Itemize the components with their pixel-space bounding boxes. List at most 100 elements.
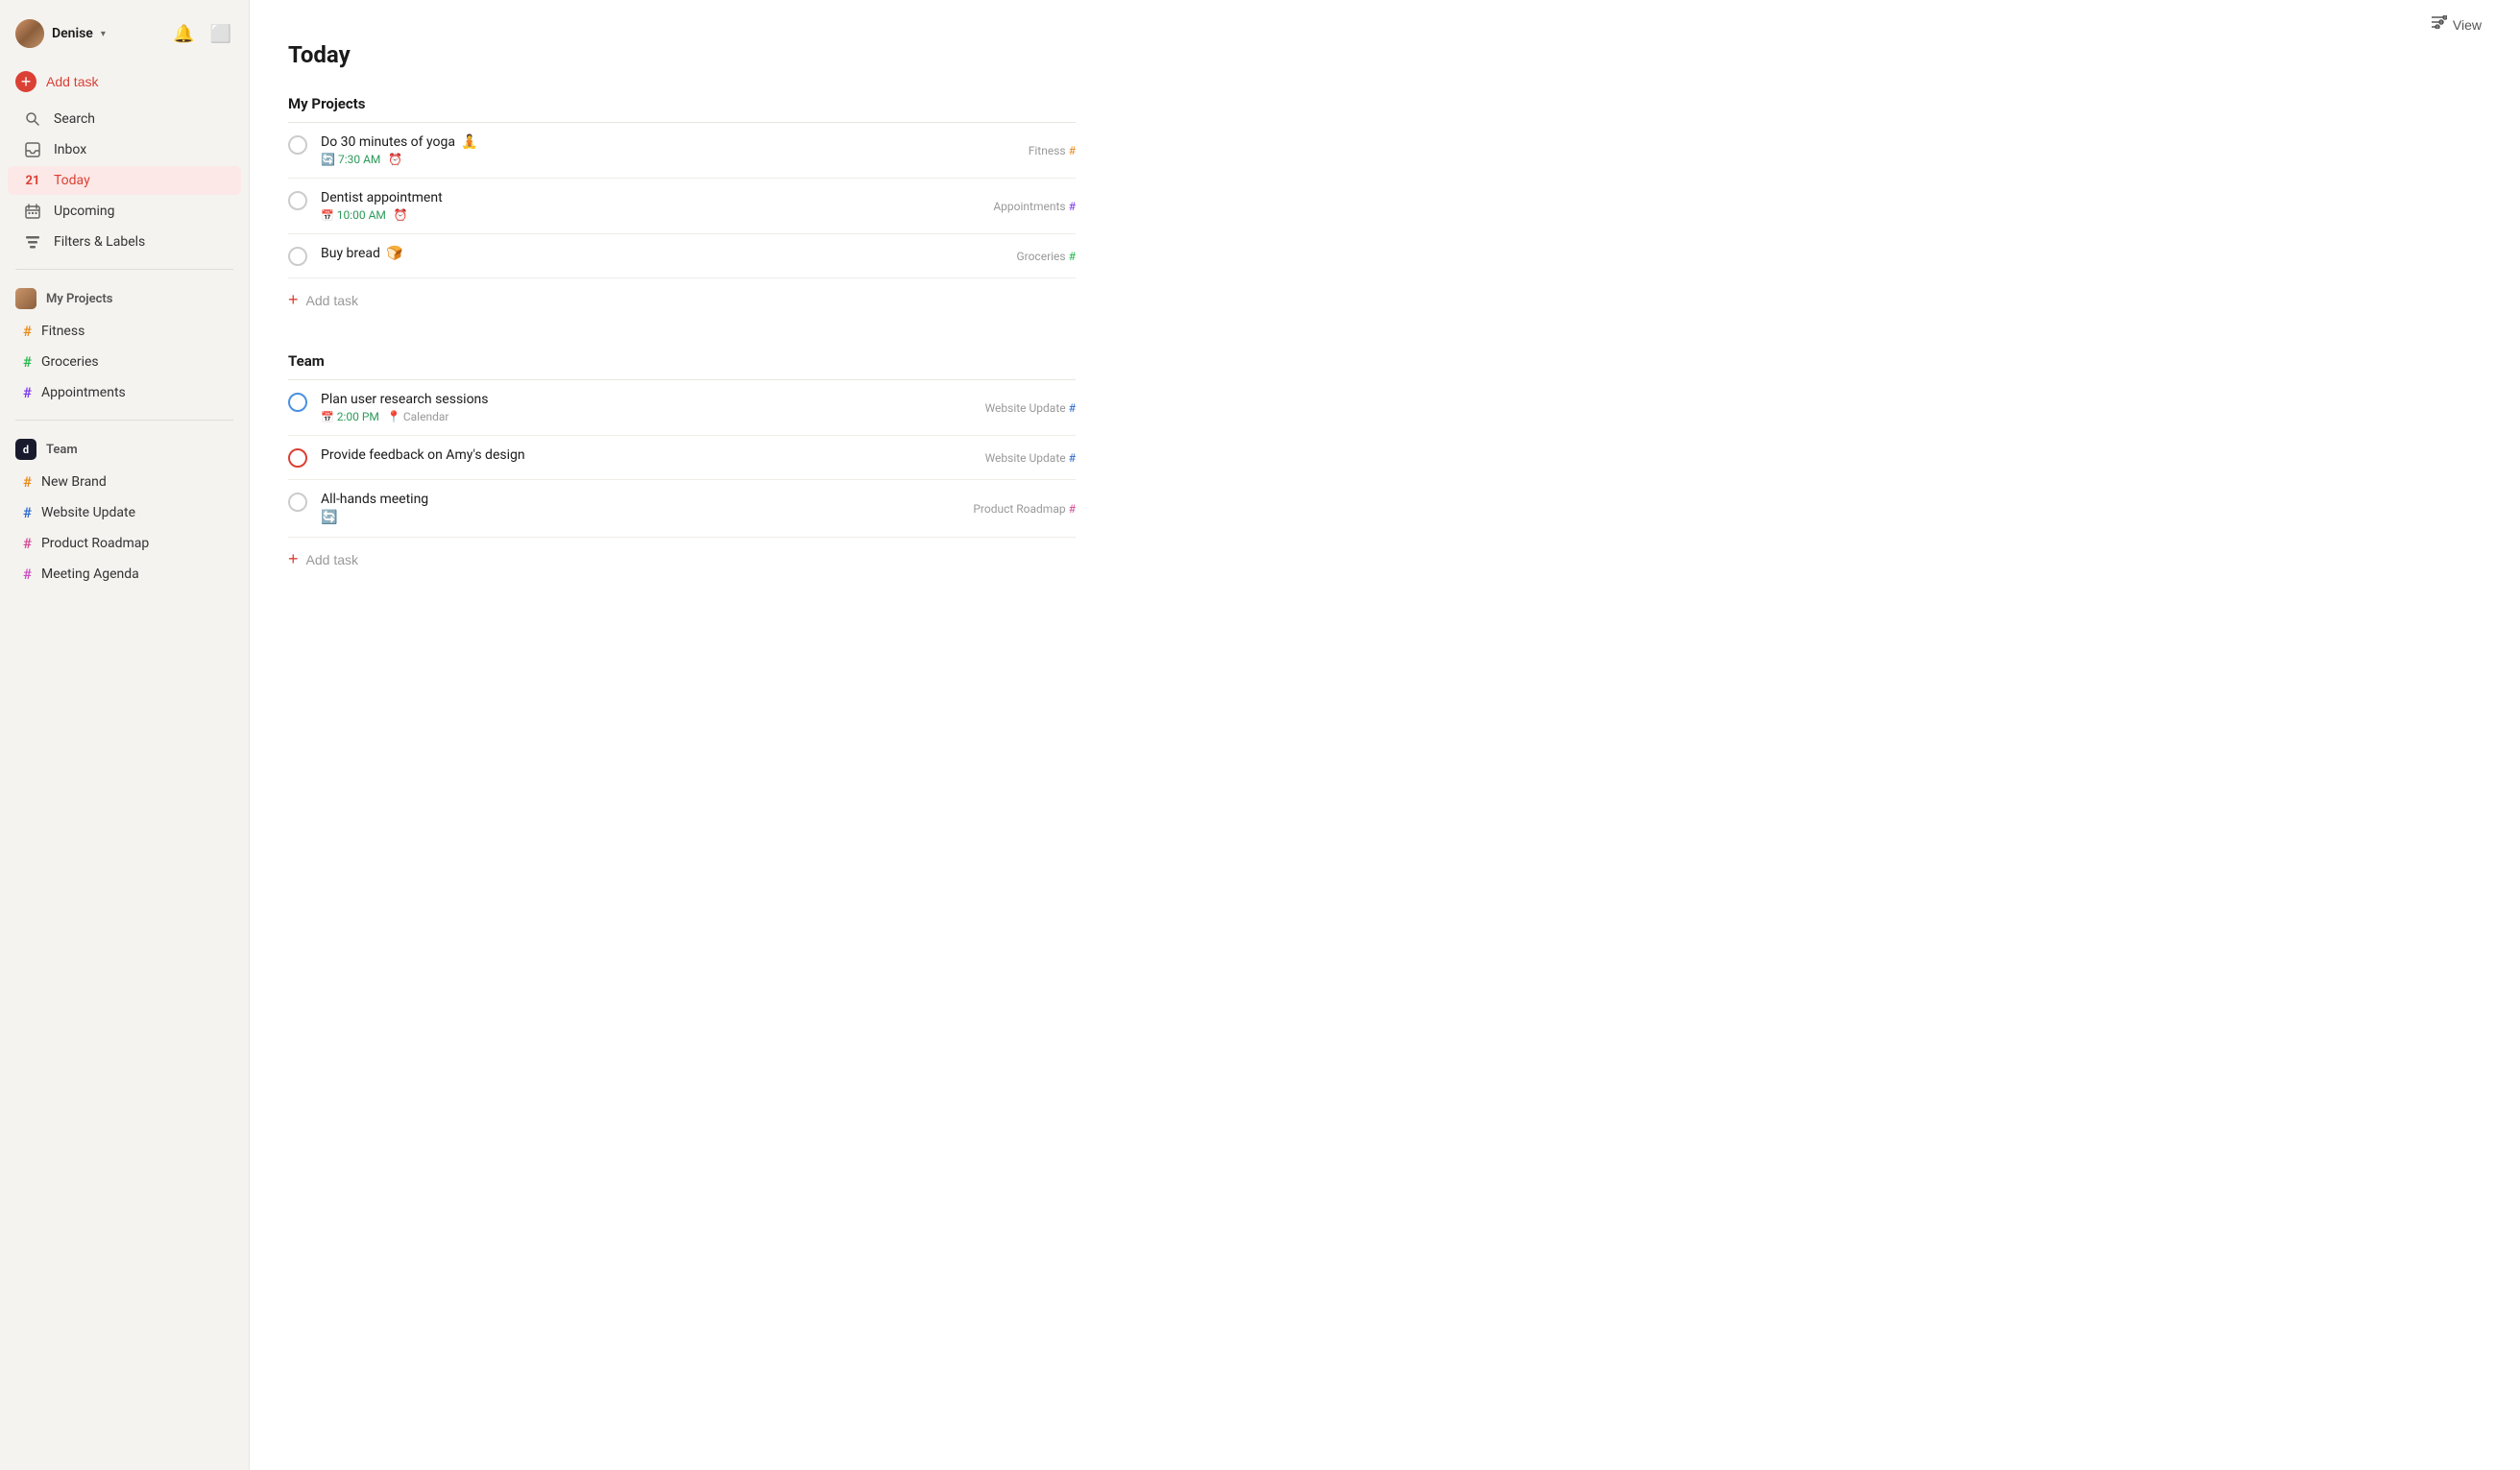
sidebar-item-new-brand[interactable]: # New Brand	[8, 468, 241, 496]
fitness-hash-icon: #	[23, 323, 32, 340]
add-task-button[interactable]: + Add task	[0, 63, 249, 100]
sidebar-item-groceries[interactable]: # Groceries	[8, 348, 241, 376]
divider-2	[15, 420, 233, 421]
chevron-down-icon: ▾	[101, 29, 106, 39]
sidebar-item-filters-label: Filters & Labels	[54, 234, 145, 250]
table-row: Provide feedback on Amy's design Website…	[288, 436, 1076, 480]
bread-emoji: 🍞	[386, 246, 402, 261]
sidebar-item-upcoming[interactable]: Upcoming	[8, 197, 241, 226]
task-name-dentist: Dentist appointment	[321, 190, 1076, 205]
sidebar-item-inbox[interactable]: Inbox	[8, 135, 241, 164]
sidebar-item-meeting-agenda[interactable]: # Meeting Agenda	[8, 560, 241, 589]
dentist-alarm-icon: ⏰	[394, 208, 408, 222]
view-button[interactable]: View	[2432, 15, 2482, 34]
user-profile[interactable]: Denise ▾	[15, 19, 106, 48]
allhands-project-hash: #	[1069, 502, 1076, 516]
sidebar: Denise ▾ 🔔 ⬜ + Add task Search	[0, 0, 250, 1470]
research-project-hash: #	[1069, 401, 1076, 415]
task-body-feedback: Provide feedback on Amy's design	[321, 447, 1076, 466]
task-checkbox-allhands[interactable]	[288, 493, 307, 512]
yoga-project-hash: #	[1069, 144, 1076, 157]
yoga-emoji: 🧘	[461, 134, 477, 150]
yoga-project: Fitness #	[1029, 144, 1076, 157]
table-row: Do 30 minutes of yoga 🧘 🔄 7:30 AM ⏰ Fitn…	[288, 123, 1076, 179]
add-task-my-projects-button[interactable]: + Add task	[288, 278, 1076, 322]
calendar-icon: 📅	[321, 209, 334, 222]
sidebar-item-today-label: Today	[54, 173, 90, 188]
task-checkbox-feedback[interactable]	[288, 448, 307, 468]
page-title: Today	[288, 41, 1076, 68]
sidebar-item-search[interactable]: Search	[8, 105, 241, 133]
team-task-section: Team Plan user research sessions 📅 2:00 …	[288, 352, 1076, 581]
new-brand-label: New Brand	[41, 474, 107, 490]
add-task-team-button[interactable]: + Add task	[288, 538, 1076, 581]
team-label: Team	[46, 443, 78, 457]
my-projects-label: My Projects	[46, 292, 112, 306]
task-name-allhands: All-hands meeting	[321, 492, 1076, 507]
location-icon: 📍	[387, 410, 401, 423]
task-checkbox-dentist[interactable]	[288, 191, 307, 210]
my-projects-section-title: My Projects	[288, 95, 1076, 123]
meeting-agenda-hash-icon: #	[23, 566, 32, 583]
dentist-project: Appointments #	[993, 200, 1076, 213]
task-body-yoga: Do 30 minutes of yoga 🧘 🔄 7:30 AM ⏰	[321, 134, 1076, 166]
dentist-time: 📅 10:00 AM	[321, 208, 386, 222]
new-brand-hash-icon: #	[23, 473, 32, 491]
sidebar-item-product-roadmap[interactable]: # Product Roadmap	[8, 529, 241, 558]
website-update-hash-icon: #	[23, 504, 32, 521]
task-name-feedback: Provide feedback on Amy's design	[321, 447, 1076, 463]
bell-icon: 🔔	[173, 24, 194, 44]
task-checkbox-bread[interactable]	[288, 247, 307, 266]
yoga-alarm-icon: ⏰	[388, 153, 402, 166]
task-body-dentist: Dentist appointment 📅 10:00 AM ⏰	[321, 190, 1076, 222]
groceries-label: Groceries	[41, 354, 99, 370]
task-body-bread: Buy bread 🍞	[321, 246, 1076, 264]
sidebar-item-inbox-label: Inbox	[54, 142, 86, 157]
task-meta-research: 📅 2:00 PM 📍 Calendar	[321, 410, 1076, 423]
sidebar-item-fitness[interactable]: # Fitness	[8, 317, 241, 346]
search-icon	[23, 111, 42, 127]
bread-project-hash: #	[1069, 250, 1076, 263]
task-name-bread: Buy bread 🍞	[321, 246, 1076, 261]
research-location: 📍 Calendar	[387, 410, 449, 423]
task-checkbox-research[interactable]	[288, 393, 307, 412]
task-name-yoga: Do 30 minutes of yoga 🧘	[321, 134, 1076, 150]
fitness-label: Fitness	[41, 324, 85, 339]
sidebar-item-filters[interactable]: Filters & Labels	[8, 228, 241, 256]
allhands-recycle-icon: 🔄	[321, 510, 337, 525]
add-task-my-projects-label: Add task	[306, 293, 358, 308]
sidebar-header: Denise ▾ 🔔 ⬜	[0, 12, 249, 63]
main-content-area: View Today My Projects Do 30 minutes of …	[250, 0, 2520, 1470]
avatar	[15, 19, 44, 48]
sidebar-item-today[interactable]: 21 Today	[8, 166, 241, 195]
inbox-icon	[23, 142, 42, 157]
user-name: Denise	[52, 26, 93, 41]
layout-toggle-button[interactable]: ⬜	[208, 22, 233, 46]
feedback-project: Website Update #	[985, 451, 1076, 465]
task-meta-yoga: 🔄 7:30 AM ⏰	[321, 153, 1076, 166]
upcoming-icon	[23, 204, 42, 219]
my-projects-task-section: My Projects Do 30 minutes of yoga 🧘 🔄 7:…	[288, 95, 1076, 322]
research-project: Website Update #	[985, 401, 1076, 415]
task-checkbox-yoga[interactable]	[288, 135, 307, 155]
add-task-team-label: Add task	[306, 552, 358, 567]
notifications-button[interactable]: 🔔	[171, 22, 196, 46]
table-row: All-hands meeting 🔄 Product Roadmap #	[288, 480, 1076, 538]
main-content: Today My Projects Do 30 minutes of yoga …	[250, 41, 1114, 639]
header-icons: 🔔 ⬜	[171, 22, 233, 46]
recycle-icon: 🔄	[321, 153, 335, 166]
sidebar-item-appointments[interactable]: # Appointments	[8, 378, 241, 407]
today-icon: 21	[23, 174, 42, 188]
website-update-label: Website Update	[41, 505, 135, 520]
research-calendar-icon: 📅	[321, 411, 334, 423]
view-filter-icon	[2432, 15, 2447, 34]
allhands-project: Product Roadmap #	[973, 502, 1076, 516]
sidebar-item-website-update[interactable]: # Website Update	[8, 498, 241, 527]
task-name-research: Plan user research sessions	[321, 392, 1076, 407]
task-meta-dentist: 📅 10:00 AM ⏰	[321, 208, 1076, 222]
add-task-icon: +	[15, 71, 36, 92]
sidebar-item-search-label: Search	[54, 111, 95, 127]
team-section-header: d Team	[0, 432, 249, 467]
research-time: 📅 2:00 PM	[321, 410, 379, 423]
add-task-label: Add task	[46, 74, 98, 89]
